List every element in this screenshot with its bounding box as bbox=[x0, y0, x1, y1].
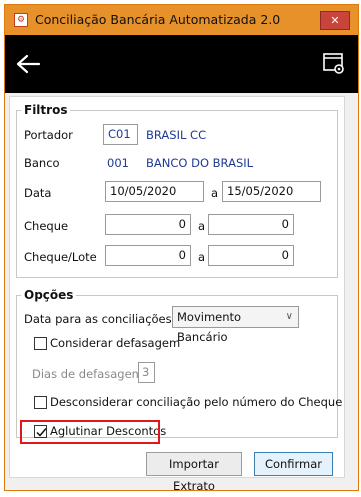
data-from-input[interactable]: 10/05/2020 bbox=[105, 181, 204, 202]
window-settings-icon[interactable] bbox=[322, 51, 346, 75]
desconsiderar-checkbox[interactable] bbox=[34, 396, 47, 409]
highlight-box bbox=[20, 420, 160, 444]
portador-label: Portador bbox=[24, 128, 73, 142]
lote-from-input[interactable]: 0 bbox=[105, 245, 191, 266]
banco-label: Banco bbox=[24, 156, 60, 170]
cheque-label: Cheque bbox=[24, 219, 69, 233]
cheque-separator: a bbox=[198, 219, 206, 233]
back-arrow-icon[interactable] bbox=[15, 53, 41, 75]
title-bar: ⚙ Conciliação Bancária Automatizada 2.0 … bbox=[5, 5, 358, 35]
portador-code-input[interactable]: C01 bbox=[103, 124, 138, 145]
data-label: Data bbox=[24, 186, 52, 200]
considerar-defasagem-checkbox[interactable] bbox=[34, 337, 47, 350]
importar-extrato-button[interactable]: Importar Extrato bbox=[146, 452, 242, 493]
desconsiderar-label: Desconsiderar conciliação pelo número do… bbox=[50, 395, 343, 409]
banco-code: 001 bbox=[107, 156, 129, 170]
data-separator: a bbox=[211, 186, 219, 200]
considerar-defasagem-label: Considerar defasagem bbox=[50, 336, 181, 350]
cheque-to-input[interactable]: 0 bbox=[208, 214, 294, 235]
filtros-legend: Filtros bbox=[24, 103, 68, 117]
close-button[interactable]: ✕ bbox=[320, 11, 350, 30]
portador-name: BRASIL CC bbox=[146, 128, 207, 142]
chevron-down-icon: ∨ bbox=[285, 311, 293, 322]
window-title: Conciliação Bancária Automatizada 2.0 bbox=[35, 12, 281, 27]
lote-to-input[interactable]: 0 bbox=[208, 245, 294, 266]
dias-defasagem-label: Dias de defasagem bbox=[32, 367, 143, 381]
lote-separator: a bbox=[198, 250, 206, 264]
cheque-lote-label: Cheque/Lote bbox=[24, 250, 97, 264]
data-conciliacao-select[interactable]: Movimento Bancário ∨ bbox=[172, 306, 299, 344]
banco-name: BANCO DO BRASIL bbox=[146, 156, 254, 170]
confirmar-button[interactable]: Confirmar bbox=[254, 452, 333, 476]
toolbar bbox=[5, 35, 358, 93]
app-icon: ⚙ bbox=[14, 13, 28, 27]
dias-defasagem-input[interactable]: 3 bbox=[138, 362, 155, 383]
cheque-from-input[interactable]: 0 bbox=[105, 214, 191, 235]
data-conciliacao-label: Data para as conciliações bbox=[24, 312, 172, 326]
opcoes-legend: Opções bbox=[24, 288, 74, 302]
data-to-input[interactable]: 15/05/2020 bbox=[222, 181, 321, 202]
